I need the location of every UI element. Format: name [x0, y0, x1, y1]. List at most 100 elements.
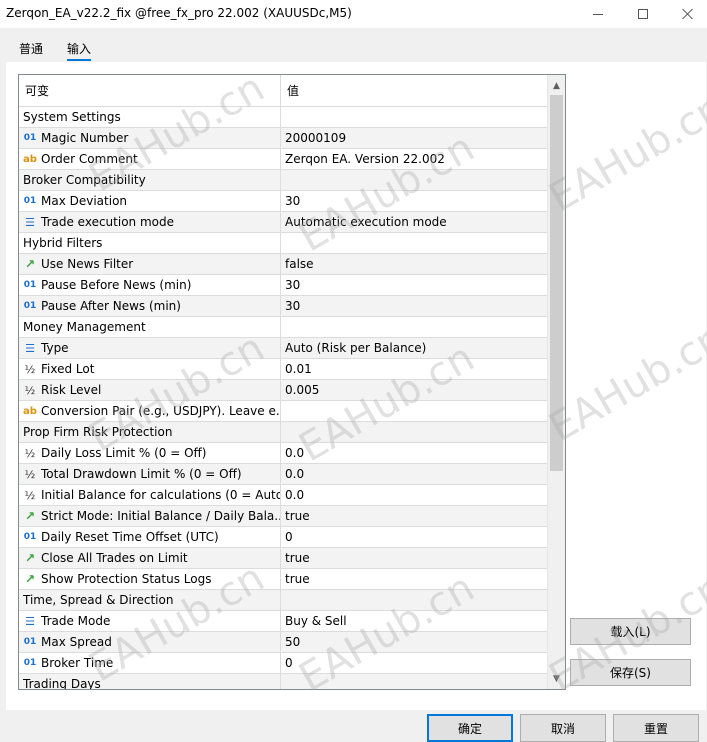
title-bar: Zerqon_EA_v22.2_fix @free_fx_pro 22.002 …: [0, 0, 707, 28]
parameter-row[interactable]: 01 Pause Before News (min) 30: [19, 275, 547, 296]
parameter-name: Total Drawdown Limit % (0 = Off): [41, 467, 242, 481]
load-button[interactable]: 载入(L): [570, 618, 691, 645]
double-type-icon: ½: [24, 383, 36, 397]
parameter-value[interactable]: true: [281, 569, 547, 589]
parameter-value[interactable]: false: [281, 254, 547, 274]
scroll-down-icon[interactable]: ▼: [548, 670, 565, 687]
section-row[interactable]: Prop Firm Risk Protection: [19, 422, 547, 443]
section-label: Broker Compatibility: [23, 173, 146, 187]
parameter-value[interactable]: 0.0: [281, 464, 547, 484]
minimize-button[interactable]: [575, 0, 621, 28]
double-type-icon: ½: [24, 446, 36, 460]
parameter-row[interactable]: ½ Fixed Lot 0.01: [19, 359, 547, 380]
parameter-value[interactable]: true: [281, 548, 547, 568]
tab-inputs[interactable]: 输入: [67, 40, 92, 61]
parameter-value[interactable]: 0: [281, 527, 547, 547]
parameter-name-cell: System Settings: [19, 107, 281, 127]
parameter-name: Conversion Pair (e.g., USDJPY). Leave e.…: [41, 404, 281, 418]
parameter-value[interactable]: 0.0: [281, 485, 547, 505]
parameter-row[interactable]: ab Order Comment Zerqon EA. Version 22.002: [19, 149, 547, 170]
reset-button[interactable]: 重置: [613, 714, 699, 742]
column-header-variable[interactable]: 可变: [19, 75, 281, 106]
parameter-value[interactable]: Auto (Risk per Balance): [281, 338, 547, 358]
tab-general[interactable]: 普通: [19, 40, 43, 57]
close-button[interactable]: [665, 0, 707, 28]
parameter-name-cell: 01 Pause Before News (min): [19, 275, 281, 295]
bool-type-icon: ↗: [24, 551, 36, 565]
parameter-row[interactable]: ↗ Strict Mode: Initial Balance / Daily Ba…: [19, 506, 547, 527]
parameter-row[interactable]: ↗ Use News Filter false: [19, 254, 547, 275]
int-type-icon: 01: [23, 196, 37, 206]
section-row[interactable]: Hybrid Filters: [19, 233, 547, 254]
parameter-row[interactable]: ab Conversion Pair (e.g., USDJPY). Leave …: [19, 401, 547, 422]
parameter-row[interactable]: ½ Daily Loss Limit % (0 = Off) 0.0: [19, 443, 547, 464]
string-type-icon: ab: [23, 153, 37, 165]
parameter-name-cell: ☰ Type: [19, 338, 281, 358]
section-label: Trading Days: [23, 677, 101, 690]
parameter-row[interactable]: ½ Initial Balance for calculations (0 = A…: [19, 485, 547, 506]
parameter-row[interactable]: 01 Daily Reset Time Offset (UTC) 0: [19, 527, 547, 548]
parameter-name-cell: ↗ Show Protection Status Logs: [19, 569, 281, 589]
parameter-row[interactable]: ☰ Trade Mode Buy & Sell: [19, 611, 547, 632]
parameter-row[interactable]: 01 Broker Time 0: [19, 653, 547, 674]
parameter-row[interactable]: ½ Risk Level 0.005: [19, 380, 547, 401]
scroll-up-icon[interactable]: ▲: [548, 77, 565, 94]
parameter-value[interactable]: 30: [281, 275, 547, 295]
maximize-button[interactable]: [620, 0, 666, 28]
parameter-value[interactable]: 0.01: [281, 359, 547, 379]
parameter-name: Trade Mode: [41, 614, 111, 628]
parameter-name-cell: 01 Broker Time: [19, 653, 281, 673]
parameter-value[interactable]: 30: [281, 191, 547, 211]
parameter-row[interactable]: ↗ Show Protection Status Logs true: [19, 569, 547, 590]
column-header-value[interactable]: 值: [281, 75, 565, 106]
parameter-name: Max Deviation: [41, 194, 128, 208]
section-row[interactable]: Broker Compatibility: [19, 170, 547, 191]
parameter-value[interactable]: 20000109: [281, 128, 547, 148]
ok-button[interactable]: 确定: [427, 714, 513, 742]
parameter-name-cell: 01 Max Spread: [19, 632, 281, 652]
section-row[interactable]: Trading Days: [19, 674, 547, 690]
parameter-value[interactable]: 0: [281, 653, 547, 673]
cancel-button[interactable]: 取消: [520, 714, 606, 742]
parameter-value[interactable]: Buy & Sell: [281, 611, 547, 631]
save-button[interactable]: 保存(S): [570, 659, 691, 686]
vertical-scrollbar[interactable]: ▲ ▼: [547, 75, 565, 689]
bool-type-icon: ↗: [24, 509, 36, 523]
section-row[interactable]: Money Management: [19, 317, 547, 338]
parameter-name-cell: Trading Days: [19, 674, 281, 690]
parameter-row[interactable]: ↗ Close All Trades on Limit true: [19, 548, 547, 569]
parameter-value[interactable]: 0.005: [281, 380, 547, 400]
bool-type-icon: ↗: [24, 257, 36, 271]
scrollbar-thumb[interactable]: [550, 95, 563, 471]
parameter-name: Use News Filter: [41, 257, 134, 271]
window-title: Zerqon_EA_v22.2_fix @free_fx_pro 22.002 …: [6, 6, 352, 20]
parameter-name: Close All Trades on Limit: [41, 551, 188, 565]
parameter-value[interactable]: Zerqon EA. Version 22.002: [281, 149, 547, 169]
section-row[interactable]: System Settings: [19, 107, 547, 128]
parameter-row[interactable]: 01 Pause After News (min) 30: [19, 296, 547, 317]
parameter-row[interactable]: ☰ Trade execution mode Automatic execution…: [19, 212, 547, 233]
parameter-value[interactable]: 0.0: [281, 443, 547, 463]
parameter-name-cell: ½ Total Drawdown Limit % (0 = Off): [19, 464, 281, 484]
parameter-name: Trade execution mode: [41, 215, 174, 229]
parameter-name: Pause Before News (min): [41, 278, 192, 292]
enum-type-icon: ☰: [25, 215, 35, 229]
close-icon: [682, 8, 694, 20]
parameter-row[interactable]: 01 Magic Number 20000109: [19, 128, 547, 149]
parameter-name-cell: ½ Fixed Lot: [19, 359, 281, 379]
parameter-name: Daily Loss Limit % (0 = Off): [41, 446, 207, 460]
section-row[interactable]: Time, Spread & Direction: [19, 590, 547, 611]
minimize-icon: [593, 13, 603, 15]
parameter-value[interactable]: Automatic execution mode: [281, 212, 547, 232]
parameter-value[interactable]: 30: [281, 296, 547, 316]
parameter-value[interactable]: [281, 401, 547, 421]
parameter-value[interactable]: true: [281, 506, 547, 526]
parameter-row[interactable]: 01 Max Spread 50: [19, 632, 547, 653]
parameter-row[interactable]: 01 Max Deviation 30: [19, 191, 547, 212]
parameter-value: [281, 107, 547, 127]
parameter-row[interactable]: ½ Total Drawdown Limit % (0 = Off) 0.0: [19, 464, 547, 485]
parameter-name-cell: 01 Pause After News (min): [19, 296, 281, 316]
parameter-value[interactable]: 50: [281, 632, 547, 652]
parameter-name-cell: Broker Compatibility: [19, 170, 281, 190]
parameter-row[interactable]: ☰ Type Auto (Risk per Balance): [19, 338, 547, 359]
